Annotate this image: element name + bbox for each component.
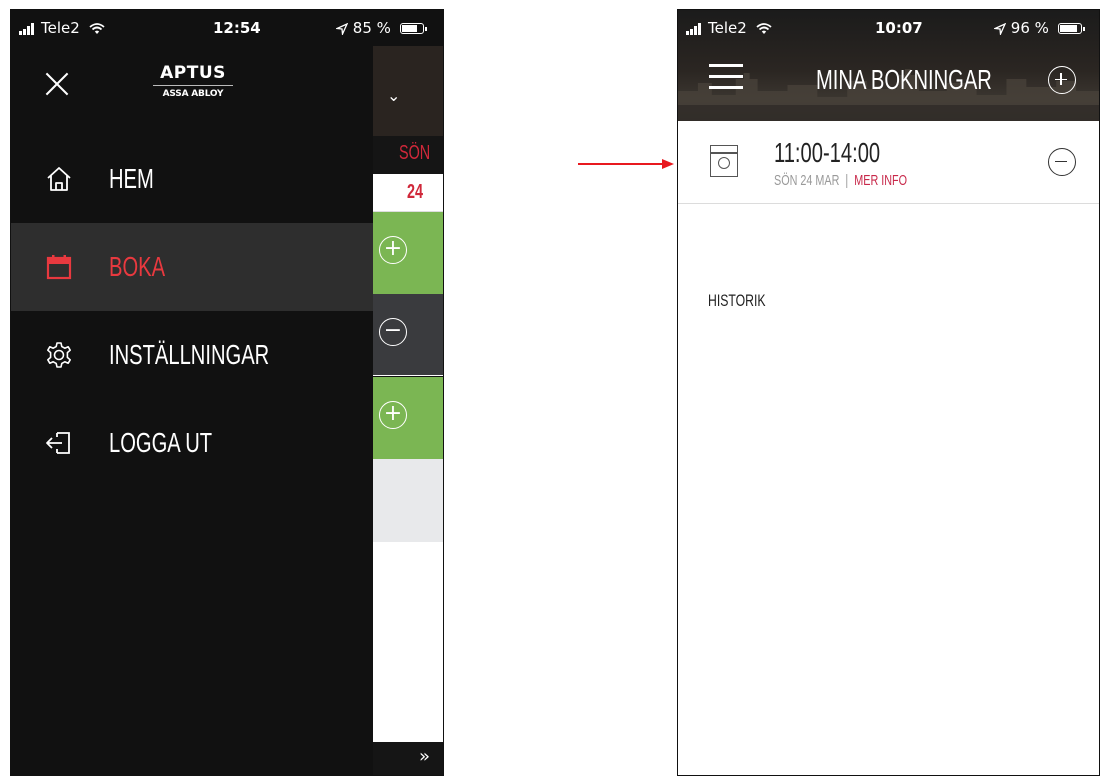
page-title: MINA BOKNINGAR [816, 64, 992, 95]
plus-icon: + [379, 401, 407, 429]
history-heading: HISTORIK [708, 291, 766, 310]
menu-label: BOKA [109, 251, 166, 282]
booking-date: SÖN 24 MAR [774, 172, 840, 189]
right-phone-screen: Tele2 10:07 96 % MINA BOKNINGAR 11:00-14… [677, 9, 1100, 776]
location-icon [992, 19, 1007, 37]
logo-main: APTUS [160, 63, 226, 83]
left-phone-screen: Tele2 12:54 85 % ⌄ ⋮ SÖN 24 + − + » APTU… [10, 9, 444, 776]
signal-icon [686, 22, 704, 35]
peek-footer[interactable]: » [373, 742, 443, 775]
more-icon: ⋮ [437, 78, 443, 97]
plus-icon: + [379, 236, 407, 264]
booking-time: 11:00-14:00 [774, 137, 881, 168]
booking-row[interactable]: 11:00-14:00 SÖN 24 MAR | MER INFO [678, 121, 1099, 204]
wifi-icon [88, 19, 105, 37]
menu-item-hem[interactable]: HEM [11, 135, 373, 223]
peek-date: 24 [373, 174, 443, 212]
home-icon [45, 165, 73, 193]
menu-label: HEM [109, 163, 154, 194]
logo-sub: ASSA ABLOY [162, 89, 224, 99]
menu-icon[interactable] [709, 64, 743, 90]
battery-status: 96 % [992, 19, 1085, 37]
clock: 12:54 [213, 19, 261, 37]
slot-unavailable [373, 459, 443, 543]
minus-icon: − [379, 318, 407, 346]
menu-item-logga-ut[interactable]: LOGGA UT [11, 399, 373, 487]
status-bar: Tele2 10:07 96 % [678, 10, 1099, 40]
calendar-icon [45, 253, 73, 281]
close-icon[interactable] [45, 72, 69, 96]
carrier: Tele2 [19, 19, 105, 37]
slot-free[interactable]: + [373, 377, 443, 459]
aptus-logo: APTUS ASSA ABLOY [153, 63, 233, 99]
header: Tele2 10:07 96 % MINA BOKNINGAR [678, 10, 1099, 121]
menu-item-boka[interactable]: BOKA [11, 223, 373, 311]
slot-free[interactable]: + [373, 212, 443, 294]
cancel-booking-button[interactable] [1048, 148, 1076, 176]
logout-icon [45, 429, 73, 457]
pointer-arrow [578, 159, 674, 169]
washing-machine-icon [710, 145, 738, 177]
battery-icon [1057, 23, 1085, 34]
peek-day-header: SÖN [373, 136, 443, 174]
location-icon [334, 19, 349, 37]
status-bar: Tele2 12:54 85 % [11, 10, 443, 46]
double-chevron-right-icon: » [419, 746, 431, 767]
slot-booked[interactable]: − [373, 294, 443, 376]
wifi-icon [755, 19, 772, 37]
clock: 10:07 [875, 19, 923, 37]
add-booking-button[interactable] [1048, 66, 1076, 94]
chevron-down-icon: ⌄ [387, 86, 401, 105]
menu-item-installningar[interactable]: INSTÄLLNINGAR [11, 311, 373, 399]
more-info-link[interactable]: MER INFO [854, 172, 907, 189]
battery-icon [399, 23, 427, 34]
booking-separator: | [845, 172, 849, 189]
carrier: Tele2 [686, 19, 772, 37]
logo-divider [153, 85, 233, 86]
booking-details: SÖN 24 MAR | MER INFO [774, 172, 907, 189]
background-app[interactable]: ⌄ ⋮ SÖN 24 + − + » [373, 46, 443, 775]
signal-icon [19, 22, 37, 35]
peek-header: ⌄ ⋮ [373, 46, 443, 136]
menu-label: LOGGA UT [109, 427, 213, 458]
peek-empty [373, 542, 443, 742]
navigation-drawer: APTUS ASSA ABLOY HEM BOKA INSTÄLLNINGAR [11, 46, 373, 775]
gear-icon [45, 341, 73, 369]
menu-label: INSTÄLLNINGAR [109, 339, 270, 370]
battery-status: 85 % [334, 19, 427, 37]
